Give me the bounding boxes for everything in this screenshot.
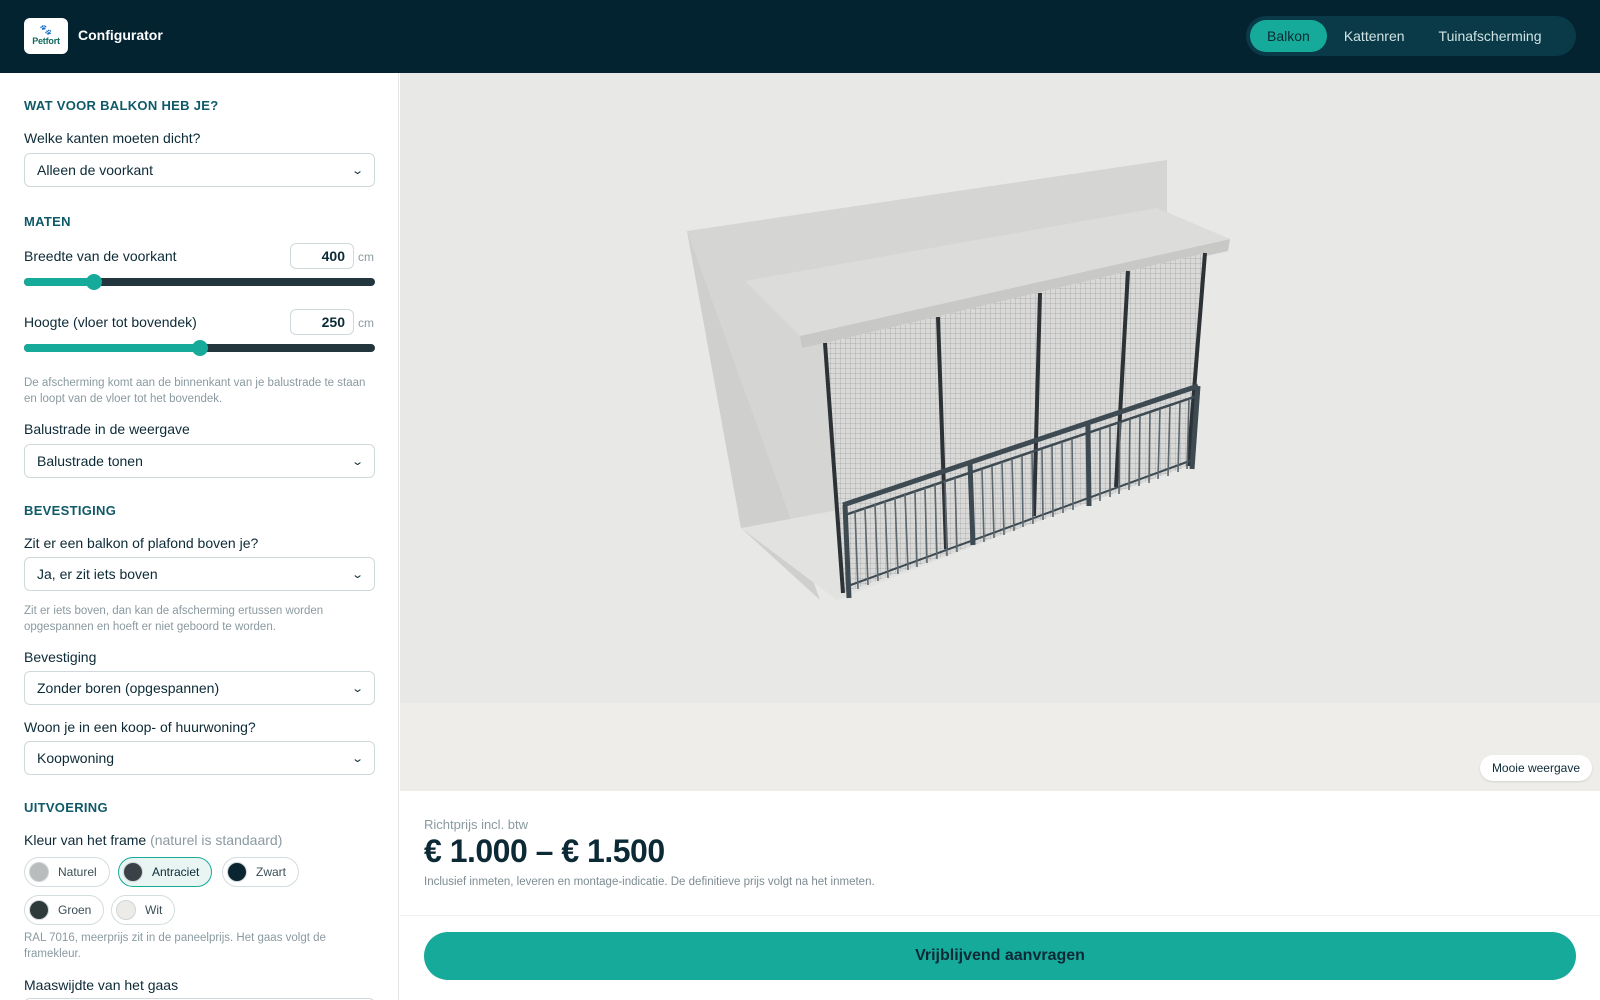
balustrade-label: Balustrade in de weergave	[24, 421, 190, 437]
config-sidebar: WAT VOOR BALKON HEB JE? Welke kanten moe…	[0, 73, 399, 1000]
color-chip-label: Zwart	[256, 865, 286, 879]
height-input[interactable]: 250	[290, 309, 354, 335]
color-label: Kleur van het frame (naturel is standaar…	[24, 832, 282, 848]
width-slider-thumb[interactable]	[86, 274, 103, 290]
pretty-view-button[interactable]: Mooie weergave	[1479, 755, 1592, 781]
mount-select[interactable]: Zonder boren (opgespannen) ⌄	[24, 671, 375, 705]
chevron-down-icon: ⌄	[350, 455, 364, 468]
top-bar: 🐾 Petfort Configurator Balkon Kattenren …	[0, 0, 1600, 73]
request-quote-button[interactable]: Vrijblijvend aanvragen	[424, 932, 1576, 980]
home-label: Woon je in een koop- of huurwoning?	[24, 719, 256, 735]
chevron-down-icon: ⌄	[350, 682, 364, 695]
price-note: Inclusief inmeten, leveren en montage-in…	[424, 876, 875, 888]
color-chip-antraciet[interactable]: Antraciet	[118, 857, 213, 887]
section-title-maten: MATEN	[24, 214, 71, 229]
price-label: Richtprijs incl. btw	[424, 817, 529, 832]
chevron-down-icon: ⌄	[350, 164, 364, 177]
width-label: Breedte van de voorkant	[24, 248, 177, 264]
above-label: Zit er een balkon of plafond boven je?	[24, 535, 259, 551]
color-chip-naturel[interactable]: Naturel	[24, 857, 110, 887]
sides-select-value: Alleen de voorkant	[37, 162, 153, 178]
color-help-text: RAL 7016, meerprijs zit in de paneelprij…	[24, 932, 326, 960]
sides-select[interactable]: Alleen de voorkant ⌄	[24, 153, 375, 187]
price-panel: Richtprijs incl. btw € 1.000 – € 1.500 I…	[400, 791, 1600, 916]
color-label-hint: (naturel is standaard)	[150, 832, 283, 848]
3d-viewer[interactable]: Mooie weergave	[400, 73, 1600, 791]
tab-balkon[interactable]: Balkon	[1250, 20, 1327, 52]
section-title-balkon: WAT VOOR BALKON HEB JE?	[24, 98, 219, 113]
tab-tuinafscherming[interactable]: Tuinafscherming	[1422, 20, 1559, 52]
bevestiging-help-text: Zit er iets boven, dan kan de afschermin…	[24, 605, 324, 633]
color-chip-groen[interactable]: Groen	[24, 895, 105, 925]
balustrade-select-value: Balustrade tonen	[37, 453, 143, 469]
above-select[interactable]: Ja, er zit iets boven ⌄	[24, 557, 375, 591]
balcony-render	[687, 160, 1230, 600]
petfort-logo[interactable]: 🐾 Petfort	[24, 18, 68, 54]
mesh-label: Maaswijdte van het gaas	[24, 977, 179, 993]
color-swatch	[116, 900, 136, 920]
maten-help-text: De afscherming komt aan de binnenkant va…	[24, 377, 366, 405]
chevron-down-icon: ⌄	[350, 568, 364, 581]
tab-kattenren[interactable]: Kattenren	[1327, 20, 1422, 52]
paw-icon: 🐾	[39, 25, 53, 36]
price-value: € 1.000 – € 1.500	[424, 833, 665, 869]
app-title: Configurator	[78, 27, 163, 43]
mount-label: Bevestiging	[24, 649, 97, 665]
width-input[interactable]: 400	[290, 243, 354, 269]
color-chip-label: Antraciet	[152, 865, 200, 879]
color-swatch	[123, 862, 143, 882]
height-label: Hoogte (vloer tot bovendek)	[24, 314, 197, 330]
color-chip-zwart[interactable]: Zwart	[222, 857, 299, 887]
above-select-value: Ja, er zit iets boven	[37, 566, 158, 582]
color-chip-label: Naturel	[58, 865, 97, 879]
logo-text: Petfort	[32, 36, 60, 46]
color-label-text: Kleur van het frame	[24, 832, 147, 848]
color-swatch	[227, 862, 247, 882]
home-select[interactable]: Koopwoning ⌄	[24, 741, 375, 775]
sides-label: Welke kanten moeten dicht?	[24, 130, 201, 146]
chevron-down-icon: ⌄	[350, 752, 364, 765]
mount-select-value: Zonder boren (opgespannen)	[37, 680, 220, 696]
section-title-uitvoering: UITVOERING	[24, 800, 108, 815]
width-unit: cm	[358, 250, 374, 264]
color-chip-label: Wit	[145, 903, 163, 917]
height-slider-thumb[interactable]	[191, 340, 208, 356]
height-slider[interactable]	[24, 340, 375, 356]
color-chip-wit[interactable]: Wit	[111, 895, 176, 925]
balustrade-select[interactable]: Balustrade tonen ⌄	[24, 444, 375, 478]
home-select-value: Koopwoning	[37, 750, 115, 766]
color-swatch	[29, 862, 49, 882]
width-slider[interactable]	[24, 274, 375, 290]
color-chip-label: Groen	[58, 903, 92, 917]
product-tabs: Balkon Kattenren Tuinafscherming	[1246, 16, 1576, 56]
color-swatch	[29, 900, 49, 920]
width-slider-fill	[24, 278, 95, 286]
height-unit: cm	[358, 316, 374, 330]
section-title-bevestiging: BEVESTIGING	[24, 503, 117, 518]
height-slider-fill	[24, 344, 200, 352]
